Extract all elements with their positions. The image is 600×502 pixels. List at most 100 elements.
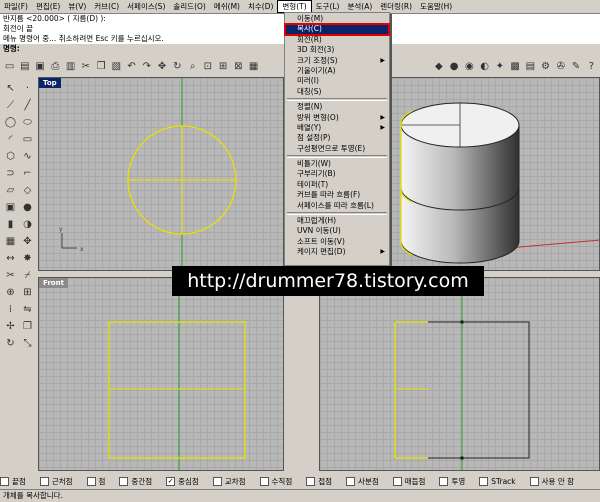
menu-item[interactable]: 파일(F) [0,0,32,13]
zoom-extents-icon[interactable]: ⊞ [217,59,230,73]
trim-icon[interactable]: ✂ [3,268,18,283]
osnap-checkbox[interactable] [212,477,222,486]
polyline-icon[interactable]: ⟋ [3,98,18,113]
viewport-front[interactable]: Front [38,277,284,471]
light-icon[interactable]: ✦ [493,59,506,73]
line-icon[interactable]: ╱ [20,98,35,113]
osnap-checkbox[interactable] [259,477,269,486]
transform-menu-item[interactable]: 구부리기(B) [285,169,389,179]
new-file-icon[interactable]: ▭ [3,59,16,73]
zoom-window-icon[interactable]: ⊡ [201,59,214,73]
polygon-icon[interactable]: ⬡ [3,149,18,164]
render-icon[interactable]: ◆ [432,59,445,73]
osnap-checkbox[interactable] [86,477,96,486]
transform-menu-item[interactable]: 회전(R) [285,35,389,45]
osnap-checkbox[interactable] [346,477,356,486]
menu-item[interactable]: 메쉬(M) [210,0,244,13]
options-icon[interactable]: ⚙ [539,59,552,73]
menu-item[interactable]: 서페이스(S) [123,0,169,13]
menu-item[interactable]: 뷰(V) [64,0,90,13]
transform-menu-item[interactable]: 이동(M) [285,14,389,24]
osnap-option[interactable]: 점 [86,476,105,487]
rectangle-icon[interactable]: ▭ [20,132,35,147]
transform-menu-item[interactable]: 매끄럽게(H) [285,216,389,226]
osnap-checkbox[interactable]: ✓ [166,477,176,486]
sphere-solid-icon[interactable]: ● [20,200,35,215]
surface-icon[interactable]: ▱ [3,183,18,198]
circle-icon[interactable]: ◯ [3,115,18,130]
fillet-curve-icon[interactable]: ⌐ [20,166,35,181]
layer-icon[interactable]: ▩ [509,59,522,73]
move-icon[interactable]: ✢ [3,319,18,334]
osnap-checkbox[interactable] [392,477,402,486]
shade-icon[interactable]: ● [448,59,461,73]
split-icon[interactable]: ⌿ [20,268,35,283]
rotate-tool-icon[interactable]: ↻ [3,336,18,351]
transform-menu-item[interactable]: 대칭(S) [285,87,389,97]
open-file-icon[interactable]: ▤ [18,59,31,73]
box-icon[interactable]: ▣ [3,200,18,215]
transform-menu-item[interactable]: 복사(C) [284,23,390,36]
osnap-checkbox[interactable] [0,477,9,486]
tools-icon[interactable]: ✇ [554,59,567,73]
mirror-icon[interactable]: ⇋ [20,302,35,317]
rotate-view-icon[interactable]: ↻ [171,59,184,73]
transform-menu-item[interactable]: 정렬(N) [285,102,389,112]
transform-menu-item[interactable]: 기울이기(A) [285,66,389,76]
group-icon[interactable]: ⊞ [20,285,35,300]
transform-menu-item[interactable]: 배열(Y) ▶ [285,123,389,133]
osnap-checkbox[interactable] [529,477,539,486]
mesh-icon[interactable]: ▦ [3,234,18,249]
array-icon[interactable]: ⁞ [3,302,18,317]
transform-menu-item[interactable]: 점 설정(P) [285,133,389,143]
properties-icon[interactable]: ▤ [524,59,537,73]
transform-menu-item[interactable]: 미러(I) [285,76,389,86]
osnap-option[interactable]: 투영 [439,476,465,487]
transform-menu-item[interactable]: 커브를 따라 흐름(F) [285,190,389,200]
osnap-option[interactable]: 근처점 [39,476,73,487]
osnap-option[interactable]: 중간점 [119,476,152,487]
menu-item[interactable]: 편집(E) [32,0,64,13]
transform-icon[interactable]: ✥ [20,234,35,249]
copy-tool-icon[interactable]: ❐ [20,319,35,334]
boolean-icon[interactable]: ◑ [20,217,35,232]
pan-icon[interactable]: ✥ [156,59,169,73]
help-icon[interactable]: ? [585,59,598,73]
transform-menu-item[interactable]: 비틀기(W) [285,159,389,169]
undo-icon[interactable]: ↶ [125,59,138,73]
osnap-checkbox[interactable] [479,477,489,486]
osnap-option[interactable]: STrack [479,477,516,486]
copy-icon[interactable]: ❐ [95,59,108,73]
dimension-icon[interactable]: ↔ [3,251,18,266]
cut-icon[interactable]: ✂ [79,59,92,73]
transform-menu-item[interactable]: 테이퍼(T) [285,180,389,190]
scale-tool-icon[interactable]: ⤡ [20,336,35,351]
osnap-checkbox[interactable] [306,477,316,486]
material-icon[interactable]: ◐ [478,59,491,73]
osnap-option[interactable]: 끝점 [0,476,26,487]
join-icon[interactable]: ⊕ [3,285,18,300]
transform-menu-item[interactable]: 크기 조정(S) ▶ [285,56,389,66]
sphere-icon[interactable]: ◉ [463,59,476,73]
menu-item[interactable]: 도움말(H) [416,0,456,13]
viewport-top[interactable]: Top x y [38,77,284,271]
transform-menu-item[interactable]: 케이지 편집(D) ▶ [285,247,389,257]
transform-menu-item[interactable]: 구성평면으로 투영(E) [285,144,389,154]
osnap-option[interactable]: 사분점 [346,476,379,487]
paste-icon[interactable]: ▧ [110,59,123,73]
save-icon[interactable]: ▣ [34,59,47,73]
zoom-selected-icon[interactable]: ⊠ [232,59,245,73]
curve-icon[interactable]: ∿ [20,149,35,164]
transform-menu-item[interactable]: 방위 변형(O) ▶ [285,113,389,123]
transform-menu-item[interactable]: 서페이스를 따라 흐름(L) [285,201,389,211]
transform-menu-item[interactable]: 3D 회전(3) [285,45,389,55]
osnap-option[interactable]: 수직점 [259,476,292,487]
osnap-checkbox[interactable] [439,477,449,486]
osnap-checkbox[interactable] [39,477,49,486]
import-icon[interactable]: ▥ [64,59,77,73]
transform-menu-item[interactable]: UVN 이동(U) [285,226,389,236]
select-arrow-icon[interactable]: ↖ [3,81,18,96]
viewport-right[interactable] [319,277,600,471]
menu-item[interactable]: 솔리드(O) [169,0,209,13]
osnap-option[interactable]: 사용 안 함 [529,476,574,487]
